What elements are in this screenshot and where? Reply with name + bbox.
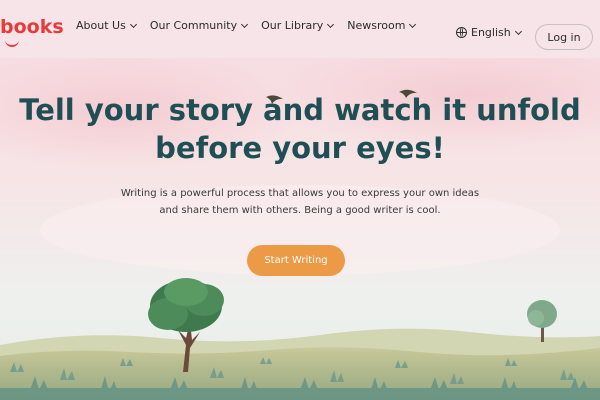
site-header: books About Us Our Community Our Library…: [0, 0, 600, 58]
login-button[interactable]: Log in: [535, 24, 593, 50]
chevron-down-icon: [241, 20, 249, 28]
start-writing-button[interactable]: Start Writing: [247, 245, 345, 276]
nav-newsroom[interactable]: Newsroom: [347, 19, 417, 32]
chevron-down-icon: [409, 20, 417, 28]
main-nav: About Us Our Community Our Library Newsr…: [76, 19, 417, 32]
chevron-down-icon: [514, 27, 522, 35]
nav-item-label: About Us: [76, 19, 126, 32]
logo-smile-icon: [5, 38, 19, 47]
nav-item-label: Our Library: [261, 19, 324, 32]
nav-item-label: Our Community: [149, 19, 238, 32]
globe-icon: [456, 27, 467, 38]
hero-title: Tell your story and watch it unfold befo…: [19, 93, 581, 165]
brand-logo[interactable]: books: [0, 16, 64, 47]
chevron-down-icon: [129, 20, 137, 28]
nav-our-library[interactable]: Our Library: [261, 19, 335, 32]
nav-our-community[interactable]: Our Community: [149, 19, 249, 32]
nav-about-us[interactable]: About Us: [76, 19, 137, 32]
nav-item-label: Newsroom: [347, 19, 406, 32]
language-label: English: [471, 26, 511, 39]
hero-subtitle: Writing is a powerful process that allow…: [120, 188, 480, 216]
brand-logo-text: books: [0, 16, 64, 38]
chevron-down-icon: [327, 20, 335, 28]
language-selector[interactable]: English: [456, 26, 522, 39]
